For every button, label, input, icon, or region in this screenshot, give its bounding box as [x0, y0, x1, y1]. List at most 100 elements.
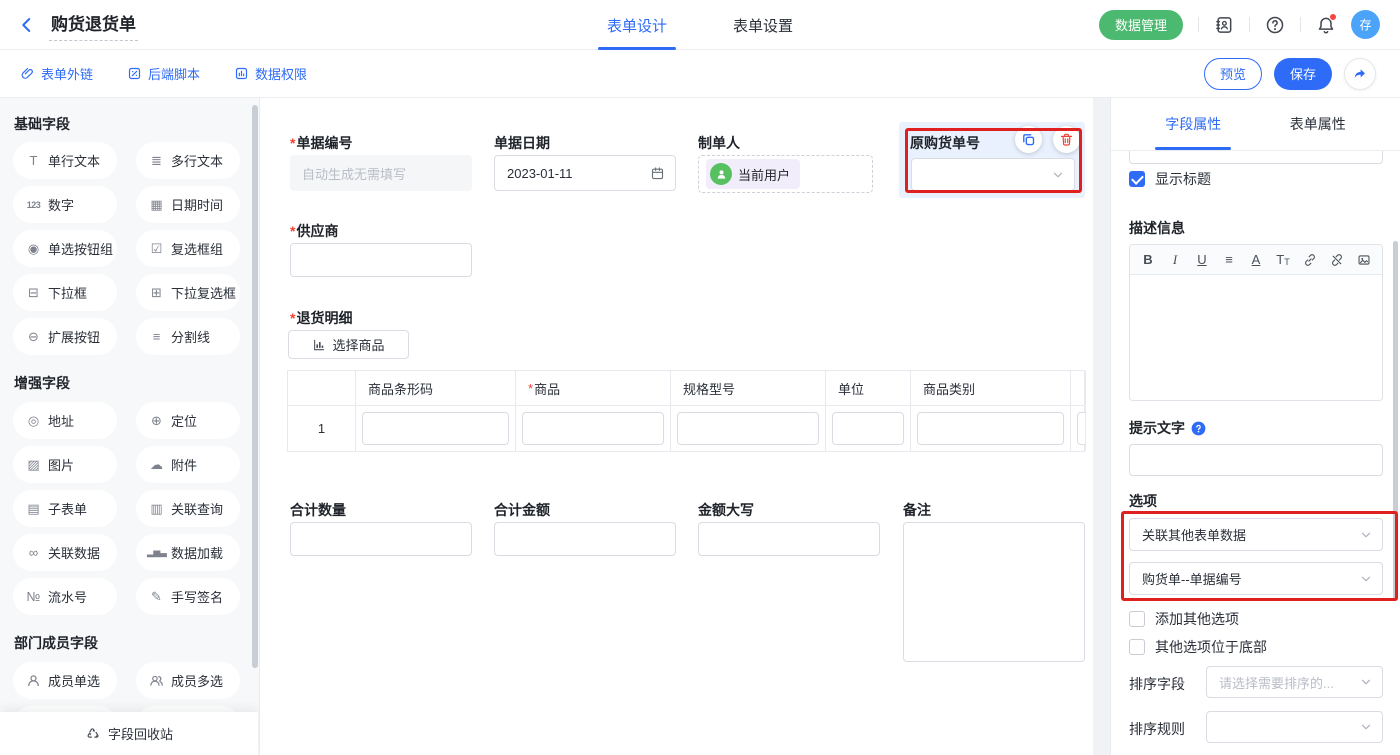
- original-order-field-selected[interactable]: 原购货单号: [899, 122, 1085, 198]
- tab-form-design[interactable]: 表单设计: [603, 0, 671, 50]
- person-icon: [24, 673, 43, 688]
- contact-book-icon[interactable]: [1214, 15, 1234, 35]
- item-label: 数字: [48, 195, 74, 214]
- total-amount-label: 合计金额: [494, 500, 550, 520]
- creator-field[interactable]: 当前用户: [698, 155, 873, 193]
- bill-date-input[interactable]: 2023-01-11: [494, 155, 676, 191]
- sidebar-item-signature[interactable]: ✎手写签名: [136, 578, 240, 615]
- question-icon[interactable]: [1191, 421, 1206, 436]
- bar-chart-icon: ▂▅▃: [147, 547, 166, 558]
- show-title-checkbox[interactable]: [1129, 171, 1145, 187]
- supplier-input[interactable]: [290, 243, 472, 277]
- select-goods-button[interactable]: 选择商品: [288, 330, 409, 359]
- col-clipped: [1071, 371, 1086, 405]
- total-amount-input[interactable]: [494, 522, 676, 556]
- sidebar-item-datetime[interactable]: ▦日期时间: [136, 186, 240, 223]
- table-header-row: 商品条形码 *商品 规格型号 单位 商品类别: [288, 371, 1084, 405]
- delete-field-button[interactable]: [1053, 126, 1080, 153]
- amount-words-input[interactable]: [698, 522, 880, 556]
- sidebar-item-attachment[interactable]: ☁附件: [136, 446, 240, 483]
- creator-label: 制单人: [698, 133, 740, 153]
- align-button[interactable]: ≡: [1220, 252, 1238, 267]
- unit-input[interactable]: [832, 412, 904, 445]
- clipped-input[interactable]: [1077, 412, 1086, 445]
- preview-button[interactable]: 预览: [1204, 58, 1262, 90]
- panel-scrollbar[interactable]: [1393, 241, 1398, 601]
- sidebar-scrollbar[interactable]: [252, 105, 258, 668]
- show-title-label: 显示标题: [1155, 169, 1211, 189]
- insert-image-button[interactable]: [1355, 253, 1373, 267]
- hint-input[interactable]: [1129, 444, 1383, 476]
- option-field-select[interactable]: 购货单--单据编号: [1129, 562, 1383, 595]
- user-avatar[interactable]: 存: [1351, 10, 1380, 39]
- sidebar-item-dropdown[interactable]: ⊟下拉框: [13, 274, 117, 311]
- goods-input[interactable]: [522, 412, 664, 445]
- option-source-select[interactable]: 关联其他表单数据: [1129, 518, 1383, 551]
- add-other-checkbox[interactable]: [1129, 611, 1145, 627]
- sidebar-item-multi-line-text[interactable]: ≣多行文本: [136, 142, 240, 179]
- related-query-icon: ▥: [147, 501, 166, 517]
- sidebar-item-related-query[interactable]: ▥关联查询: [136, 490, 240, 527]
- data-manage-button[interactable]: 数据管理: [1099, 10, 1183, 40]
- sidebar-item-number[interactable]: 123数字: [13, 186, 117, 223]
- remark-textarea[interactable]: [903, 522, 1085, 662]
- other-bottom-checkbox[interactable]: [1129, 639, 1145, 655]
- sidebar-item-related-data[interactable]: ∞关联数据: [13, 534, 117, 571]
- sidebar-item-data-load[interactable]: ▂▅▃数据加载: [136, 534, 240, 571]
- cell-barcode: [356, 406, 516, 451]
- tab-form-properties[interactable]: 表单属性: [1256, 98, 1381, 150]
- tab-field-properties[interactable]: 字段属性: [1131, 98, 1256, 150]
- field-recycle-bin[interactable]: 字段回收站: [0, 712, 258, 755]
- link-label: 表单外链: [41, 64, 93, 83]
- page-title[interactable]: 购货退货单: [49, 8, 138, 41]
- total-qty-input[interactable]: [290, 522, 472, 556]
- divider: [1198, 17, 1199, 32]
- description-editor-body[interactable]: [1130, 275, 1382, 401]
- col-index: [288, 371, 356, 405]
- calendar-icon[interactable]: [650, 166, 665, 181]
- permission-icon: [234, 66, 249, 81]
- sidebar-item-subform[interactable]: ▤子表单: [13, 490, 117, 527]
- sidebar-item-extend-button[interactable]: ⊖扩展按钮: [13, 318, 117, 355]
- recycle-label: 字段回收站: [108, 724, 173, 743]
- sort-rule-select[interactable]: [1206, 711, 1383, 743]
- italic-button[interactable]: I: [1166, 252, 1184, 268]
- share-button[interactable]: [1344, 58, 1376, 90]
- help-icon[interactable]: [1265, 15, 1285, 35]
- tab-form-settings[interactable]: 表单设置: [729, 0, 797, 50]
- font-color-button[interactable]: A: [1247, 252, 1265, 267]
- sidebar-item-checkbox-group[interactable]: ☑复选框组: [136, 230, 240, 267]
- bold-button[interactable]: B: [1139, 252, 1157, 267]
- sidebar-item-single-line-text[interactable]: T单行文本: [13, 142, 117, 179]
- sidebar-item-address[interactable]: ◎地址: [13, 402, 117, 439]
- sidebar-item-serial-number[interactable]: №流水号: [13, 578, 117, 615]
- original-order-select[interactable]: [911, 158, 1075, 191]
- title-input-clipped[interactable]: [1129, 151, 1383, 164]
- sort-field-select[interactable]: 请选择需要排序的...: [1206, 666, 1383, 698]
- spec-input[interactable]: [677, 412, 819, 445]
- backend-script-link[interactable]: 后端脚本: [127, 64, 200, 83]
- supplier-label: *供应商: [290, 221, 338, 241]
- underline-button[interactable]: U: [1193, 252, 1211, 267]
- font-size-button[interactable]: TT: [1274, 252, 1292, 267]
- sidebar-item-image[interactable]: ▨图片: [13, 446, 117, 483]
- notification-bell-icon[interactable]: [1316, 15, 1336, 35]
- sidebar-item-member-multi[interactable]: 成员多选: [136, 662, 240, 699]
- save-button[interactable]: 保存: [1274, 58, 1332, 90]
- form-external-link[interactable]: 表单外链: [20, 64, 93, 83]
- data-permission-link[interactable]: 数据权限: [234, 64, 307, 83]
- barcode-input[interactable]: [362, 412, 509, 445]
- sidebar-item-radio-group[interactable]: ◉单选按钮组: [13, 230, 117, 267]
- sidebar-item-multi-dropdown[interactable]: ⊞下拉复选框: [136, 274, 240, 311]
- insert-link-button[interactable]: [1301, 253, 1319, 267]
- sidebar-item-locate[interactable]: ⊕定位: [136, 402, 240, 439]
- bill-no-input[interactable]: 自动生成无需填写: [290, 155, 472, 191]
- item-label: 下拉复选框: [171, 283, 236, 302]
- copy-field-button[interactable]: [1015, 126, 1042, 153]
- remove-link-button[interactable]: [1328, 253, 1346, 267]
- sidebar-item-divider-line[interactable]: ≡分割线: [136, 318, 240, 355]
- sidebar-item-member-single[interactable]: 成员单选: [13, 662, 117, 699]
- item-label: 下拉框: [48, 283, 87, 302]
- category-input[interactable]: [917, 412, 1064, 445]
- back-icon[interactable]: [18, 16, 36, 34]
